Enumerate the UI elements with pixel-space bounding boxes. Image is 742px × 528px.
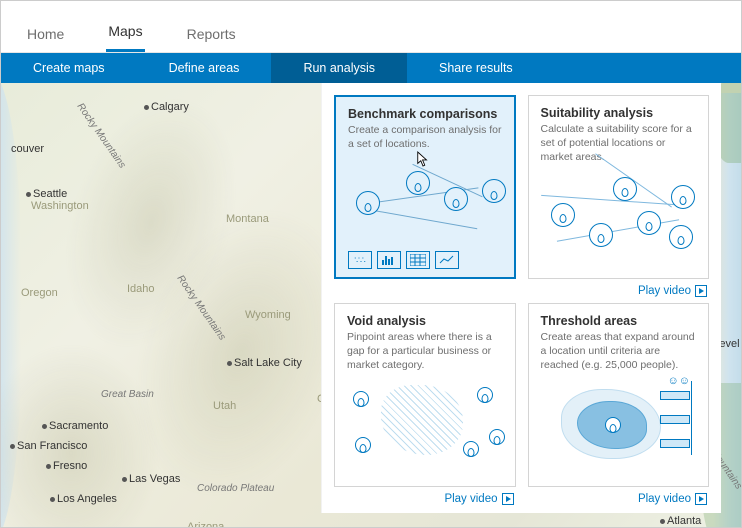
card-void-analysis[interactable]: Void analysis Pinpoint areas where there… xyxy=(334,303,516,487)
state-label: Wyoming xyxy=(245,309,291,321)
state-label: Montana xyxy=(226,213,269,225)
tab-maps[interactable]: Maps xyxy=(106,9,144,52)
tab-home[interactable]: Home xyxy=(25,12,66,52)
play-icon xyxy=(695,285,707,297)
location-pin-icon xyxy=(551,203,575,227)
analysis-cards-panel: Benchmark comparisons Create a compariso… xyxy=(321,83,721,513)
play-video-link[interactable]: Play video xyxy=(528,285,710,297)
terrain-label: Colorado Plateau xyxy=(197,483,274,494)
city-label: Las Vegas xyxy=(129,473,180,485)
card-description: Create areas that expand around a locati… xyxy=(541,330,697,373)
subtab-define-areas[interactable]: Define areas xyxy=(137,53,272,83)
terrain-label: Great Basin xyxy=(101,389,154,400)
city-label: San Francisco xyxy=(17,440,87,452)
card-illustration xyxy=(541,171,697,270)
card-illustration: ∵∴ xyxy=(348,157,502,269)
city-dot-icon xyxy=(50,497,55,502)
card-title: Suitability analysis xyxy=(541,106,697,120)
state-label: Arizona xyxy=(187,521,224,527)
city-dot-icon xyxy=(10,444,15,449)
tab-reports[interactable]: Reports xyxy=(185,12,238,52)
city-label: Calgary xyxy=(151,101,189,113)
location-pin-icon xyxy=(637,211,661,235)
city-label: Los Angeles xyxy=(57,493,117,505)
bar-chart-icon xyxy=(377,251,401,269)
location-pin-icon xyxy=(671,185,695,209)
slider-value-bar xyxy=(660,391,690,400)
state-label: Utah xyxy=(213,400,236,412)
card-threshold-areas[interactable]: Threshold areas Create areas that expand… xyxy=(528,303,710,487)
card-suitability-analysis[interactable]: Suitability analysis Calculate a suitabi… xyxy=(528,95,710,279)
card-description: Pinpoint areas where there is a gap for … xyxy=(347,330,503,373)
card-title: Threshold areas xyxy=(541,314,697,328)
play-icon xyxy=(502,493,514,505)
play-video-link[interactable]: Play video xyxy=(334,493,516,505)
play-video-link[interactable]: Play video xyxy=(528,493,710,505)
card-illustration: ☺☺ xyxy=(541,379,697,478)
city-dot-icon xyxy=(26,192,31,197)
location-pin-icon xyxy=(356,191,380,215)
sub-nav: Create maps Define areas Run analysis Sh… xyxy=(1,53,741,83)
location-pin-icon xyxy=(406,171,430,195)
state-label: Oregon xyxy=(21,287,58,299)
card-title: Benchmark comparisons xyxy=(348,107,502,121)
location-pin-icon xyxy=(353,391,369,407)
subtab-create-maps[interactable]: Create maps xyxy=(1,53,137,83)
city-dot-icon xyxy=(144,105,149,110)
top-nav: Home Maps Reports xyxy=(1,1,741,53)
city-label: Salt Lake City xyxy=(234,357,302,369)
table-icon xyxy=(406,251,430,269)
play-video-label: Play video xyxy=(444,493,497,505)
location-pin-icon xyxy=(355,437,371,453)
subtab-share-results[interactable]: Share results xyxy=(407,53,545,83)
location-pin-icon xyxy=(482,179,506,203)
location-pin-icon xyxy=(605,417,621,433)
subtab-run-analysis[interactable]: Run analysis xyxy=(271,53,407,83)
line-chart-icon xyxy=(435,251,459,269)
scatter-chart-icon: ∵∴ xyxy=(348,251,372,269)
slider-value-bar xyxy=(660,439,690,448)
slider-value-bar xyxy=(660,415,690,424)
city-label: Atlanta xyxy=(667,515,701,527)
play-video-label: Play video xyxy=(638,493,691,505)
location-pin-icon xyxy=(613,177,637,201)
city-label: Sacramento xyxy=(49,420,108,432)
people-icon: ☺☺ xyxy=(668,375,690,387)
location-pin-icon xyxy=(489,429,505,445)
cursor-icon xyxy=(416,151,430,167)
location-pin-icon xyxy=(444,187,468,211)
card-benchmark-comparisons[interactable]: Benchmark comparisons Create a compariso… xyxy=(334,95,516,279)
card-description: Create a comparison analysis for a set o… xyxy=(348,123,502,151)
city-dot-icon xyxy=(122,477,127,482)
slider-track xyxy=(691,381,692,455)
location-pin-icon xyxy=(477,387,493,403)
city-dot-icon xyxy=(227,361,232,366)
city-dot-icon xyxy=(660,519,665,524)
location-pin-icon xyxy=(669,225,693,249)
city-label: Fresno xyxy=(53,460,87,472)
card-description: Calculate a suitability score for a set … xyxy=(541,122,697,165)
play-video-label: Play video xyxy=(638,285,691,297)
location-pin-icon xyxy=(463,441,479,457)
city-label: Seattle xyxy=(33,188,67,200)
state-label: Idaho xyxy=(127,283,155,295)
location-pin-icon xyxy=(589,223,613,247)
void-area-shape xyxy=(381,385,463,455)
card-illustration xyxy=(347,379,503,478)
city-dot-icon xyxy=(46,464,51,469)
state-label: Washington xyxy=(31,200,89,212)
card-title: Void analysis xyxy=(347,314,503,328)
play-icon xyxy=(695,493,707,505)
city-dot-icon xyxy=(42,424,47,429)
city-label: couver xyxy=(11,143,44,155)
